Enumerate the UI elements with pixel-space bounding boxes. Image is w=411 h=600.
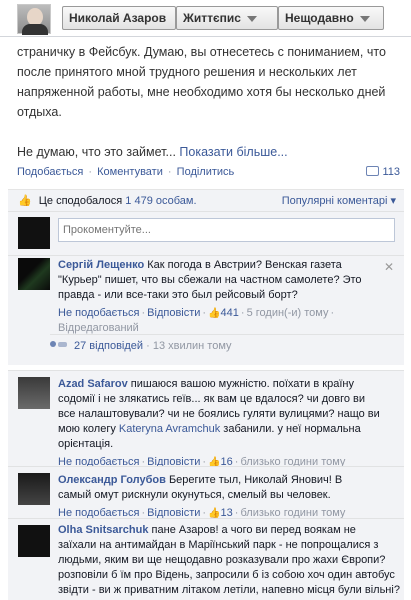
profile-name-label: Николай Азаров [69,11,167,25]
share-count[interactable]: 113 [366,166,400,178]
replies-link[interactable]: 27 відповідей [74,340,143,352]
post-actions: Подобається · Коментувати · Поділитись 1… [17,166,400,178]
timeline-label: Життєпис [183,11,241,25]
recent-button[interactable]: Нещодавно [278,6,384,30]
share-count-value: 113 [382,166,400,178]
profile-avatar[interactable] [17,4,51,35]
comment-text: орієнтація. [58,438,114,450]
comment-likes-count[interactable]: 441 [221,307,239,319]
comment-text: Берегите тыл, Николай Янович! В [168,474,343,486]
thumbs-up-icon: 👍 [18,195,32,207]
comment-author[interactable]: Olha Snitsarchuk [58,524,148,536]
comment: Azad Safarov пишаюся вашою мужністю. пої… [8,370,404,468]
share-link[interactable]: Поділитись [177,166,235,178]
replies-time: 13 хвилин тому [152,340,232,352]
post-line: после принятого мной трудного решения и … [17,65,357,79]
comment-text: пане Азаров! а чого ви перед воякам не [151,524,356,536]
post-line: Не думаю, что это займет... Показати біл… [17,142,402,162]
comment-time[interactable]: 5 годин(-и) тому [247,307,329,319]
chevron-down-icon [359,15,370,22]
comment-text: пишаюся вашою мужністю. поїхати в країну [130,378,354,390]
comment-text: забанили. у неї нормальна [223,423,361,435]
comment-text: людьми, яким ви ще нещодавно розказували… [58,554,386,566]
close-icon[interactable]: ✕ [384,260,394,274]
show-more-link[interactable]: Показати більше... [179,145,287,159]
comment-input[interactable] [58,218,395,242]
comment-text: содомії і не злякатись геїв... як вам це… [58,393,366,405]
comment-meta: Не подобається · Відповісти · 👍441 · 5 годин(-… [58,307,335,334]
comment-author[interactable]: Сергiй Лещенко [58,259,144,271]
comment-author[interactable]: Олександр Голубов [58,474,166,486]
post-line: отдыха. [17,105,62,119]
comment-body: Olha Snitsarchuk пане Азаров! а чого ви … [58,523,404,598]
avatar[interactable] [18,377,50,409]
post-line: напряженной работы, мне необходимо хотя … [17,85,386,99]
edited-label[interactable]: Відредагований [58,322,139,334]
comment-text: все налаштовували? чи не боялись гуляти … [58,408,380,420]
avatar [18,217,50,249]
post-line-text: Не думаю, что это займет... [17,145,176,159]
mention-link[interactable]: Kateryna Avramchuk [119,423,220,435]
thumbs-up-icon: 👍 [208,308,221,319]
replies-icon [50,339,68,351]
comment-link[interactable]: Коментувати [97,166,163,178]
replies-row[interactable]: 27 відповідей · 13 хвилин тому [50,334,404,362]
avatar[interactable] [18,258,50,290]
chevron-down-icon [246,15,257,22]
reply-link[interactable]: Відповісти [147,307,200,319]
comment-text: звідти - ви ж приватним літаком летіли, … [58,584,400,596]
comment-text: розповіли б їм про Відень, запросили б і… [58,569,395,581]
avatar[interactable] [18,473,50,505]
post-line: страничку в Фейсбук. Думаю, вы отнесетес… [17,45,386,59]
avatar[interactable] [18,525,50,557]
comment-text: самый омут рискнули окунуться, смелый вы… [58,489,331,501]
comment-text: мою колегу [58,423,116,435]
top-bar: Николай Азаров Життєпис Нещодавно [0,0,411,37]
comment-author[interactable]: Azad Safarov [58,378,128,390]
likes-summary: 👍 Це сподобалося 1 479 особам. Популярні… [8,189,404,211]
comment-text: заїхали на антимайдан в Маріїнський парк… [58,539,379,551]
comment-body: Azad Safarov пишаюся вашою мужністю. пої… [58,377,388,470]
post-text: страничку в Фейсбук. Думаю, вы отнесетес… [17,42,402,162]
comment-sort-dropdown[interactable]: Популярні коментарі ▾ [282,190,396,212]
recent-label: Нещодавно [285,11,354,25]
comment-input-row [8,211,404,255]
likes-prefix: Це сподобалося [38,195,123,207]
comment-body: Олександр Голубов Берегите тыл, Николай … [58,473,388,521]
comment: Олександр Голубов Берегите тыл, Николай … [8,466,404,521]
comment: Olha Snitsarchuk пане Азаров! а чого ви … [8,518,404,600]
unlike-link[interactable]: Не подобається [58,307,140,319]
comment-body: Сергiй Лещенко Как погода в Австрии? Вен… [58,258,388,336]
like-link[interactable]: Подобається [17,166,83,178]
share-icon [366,166,380,176]
profile-name-button[interactable]: Николай Азаров [62,6,176,30]
likes-count-link[interactable]: 1 479 особам. [125,195,196,207]
timeline-button[interactable]: Життєпис [176,6,278,30]
